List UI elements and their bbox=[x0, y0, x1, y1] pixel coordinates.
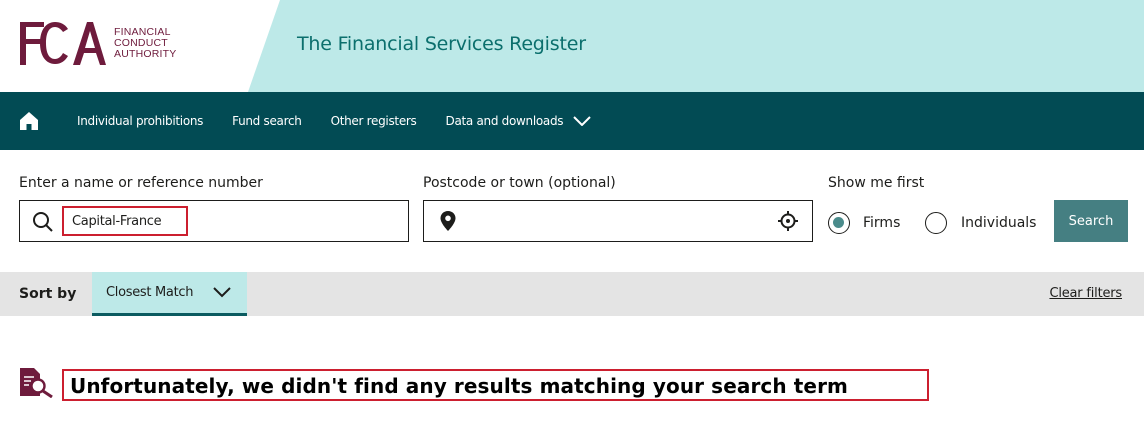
home-button[interactable] bbox=[0, 92, 58, 150]
sort-select[interactable]: Closest Match bbox=[92, 272, 247, 316]
document-search-icon bbox=[20, 368, 53, 398]
postcode-input[interactable] bbox=[423, 200, 813, 242]
logo-line-2: CONDUCT bbox=[114, 36, 168, 49]
fca-logo-mark bbox=[18, 18, 106, 68]
chevron-down-icon bbox=[213, 287, 231, 298]
name-field-label: Enter a name or reference number bbox=[19, 175, 263, 191]
location-pin-icon bbox=[440, 211, 456, 231]
firms-radio-label[interactable]: Firms bbox=[863, 215, 900, 231]
individuals-radio-label[interactable]: Individuals bbox=[961, 215, 1036, 231]
nav-item-label: Fund search bbox=[232, 114, 302, 128]
show-me-first-label: Show me first bbox=[828, 175, 925, 191]
name-search-value: Capital-France bbox=[62, 206, 188, 236]
nav-item-label: Individual prohibitions bbox=[77, 114, 204, 128]
nav-item-data-and-downloads[interactable]: Data and downloads bbox=[446, 114, 592, 128]
site-header: FINANCIAL CONDUCT AUTHORITY The Financia… bbox=[0, 0, 1144, 92]
home-icon bbox=[20, 112, 38, 130]
clear-filters-link[interactable]: Clear filters bbox=[1049, 286, 1122, 301]
site-title[interactable]: The Financial Services Register bbox=[297, 33, 586, 55]
firms-radio[interactable] bbox=[828, 212, 850, 234]
individuals-radio[interactable] bbox=[925, 212, 947, 234]
logo-line-1: FINANCIAL bbox=[114, 25, 171, 38]
logo-wordmark: FINANCIAL CONDUCT AUTHORITY bbox=[114, 25, 177, 60]
nav-item-fund-search[interactable]: Fund search bbox=[232, 114, 302, 128]
search-button[interactable]: Search bbox=[1054, 200, 1128, 242]
nav-item-label: Data and downloads bbox=[445, 114, 564, 128]
main-nav: Individual prohibitions Fund search Othe… bbox=[0, 92, 1144, 150]
name-search-input[interactable]: Capital-France bbox=[19, 200, 409, 242]
logo-line-3: AUTHORITY bbox=[114, 47, 177, 60]
search-icon bbox=[33, 212, 53, 232]
sort-bar: Sort by Closest Match Clear filters bbox=[0, 272, 1144, 316]
locate-me-icon[interactable] bbox=[778, 211, 798, 231]
search-panel: Enter a name or reference number Capital… bbox=[0, 150, 1144, 272]
nav-item-individual-prohibitions[interactable]: Individual prohibitions bbox=[77, 114, 203, 128]
no-results-message: Unfortunately, we didn't find any result… bbox=[62, 369, 929, 401]
nav-item-other-registers[interactable]: Other registers bbox=[331, 114, 417, 128]
fca-logo[interactable]: FINANCIAL CONDUCT AUTHORITY bbox=[18, 18, 176, 68]
nav-item-label: Other registers bbox=[330, 114, 417, 128]
chevron-down-icon bbox=[573, 116, 591, 126]
results-area: Unfortunately, we didn't find any result… bbox=[0, 316, 1144, 422]
postcode-field-label: Postcode or town (optional) bbox=[423, 175, 616, 191]
sort-by-label: Sort by bbox=[19, 286, 77, 302]
sort-select-value: Closest Match bbox=[106, 285, 194, 300]
